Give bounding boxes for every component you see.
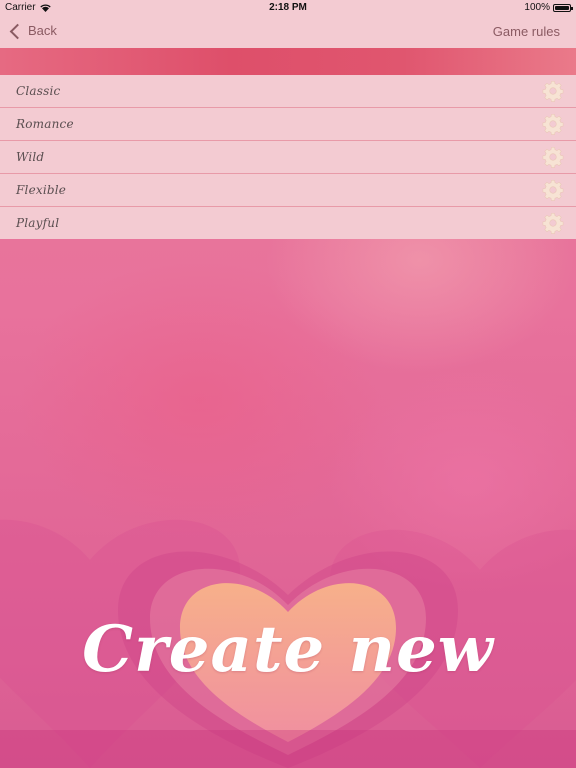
gear-icon[interactable] (542, 113, 564, 135)
mode-label: Flexible (16, 183, 67, 197)
create-new-button[interactable]: Create new (0, 612, 576, 687)
game-mode-list: Classic Romance Wild Flexible Playful (0, 75, 576, 239)
clock: 2:18 PM (269, 2, 307, 13)
status-bar: Carrier 2:18 PM 100% (0, 0, 576, 16)
back-button[interactable]: Back (8, 23, 57, 39)
mode-row-classic[interactable]: Classic (0, 75, 576, 108)
mode-row-playful[interactable]: Playful (0, 207, 576, 239)
battery-indicator: 100% (524, 2, 573, 13)
gear-icon[interactable] (542, 212, 564, 234)
mode-label: Wild (16, 150, 45, 164)
bottom-fade (0, 730, 576, 768)
mode-label: Romance (16, 117, 74, 131)
chevron-left-icon (9, 23, 26, 39)
gear-icon[interactable] (542, 80, 564, 102)
navigation-bar: Back Game rules (0, 16, 576, 48)
mode-label: Classic (16, 84, 61, 98)
header-band (0, 48, 576, 75)
battery-percent: 100% (524, 2, 550, 13)
gear-icon[interactable] (542, 179, 564, 201)
game-rules-button[interactable]: Game rules (493, 24, 560, 39)
mode-label: Playful (16, 216, 60, 230)
mode-row-wild[interactable]: Wild (0, 141, 576, 174)
mode-row-flexible[interactable]: Flexible (0, 174, 576, 207)
back-label: Back (28, 23, 57, 38)
gear-icon[interactable] (542, 146, 564, 168)
mode-row-romance[interactable]: Romance (0, 108, 576, 141)
battery-icon (553, 3, 573, 12)
